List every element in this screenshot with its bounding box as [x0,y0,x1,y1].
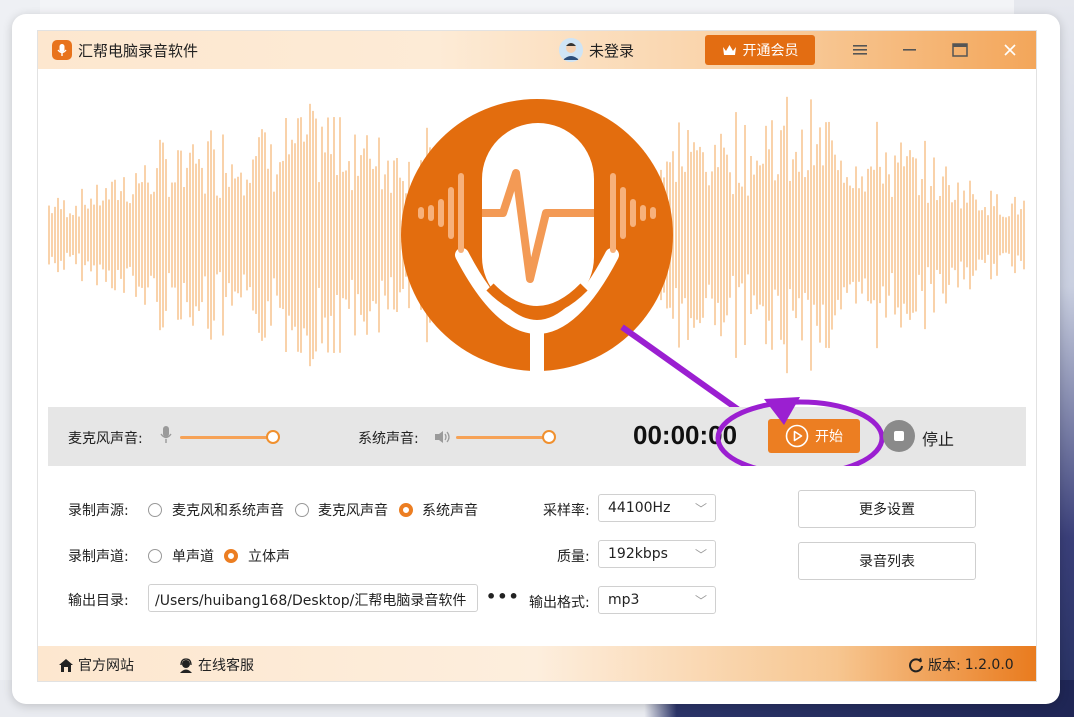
mic-volume-slider[interactable] [180,436,272,439]
quality-select[interactable]: 192kbps ﹀ [598,540,716,568]
headset-icon [180,657,192,673]
format-select[interactable]: mp3 ﹀ [598,586,716,614]
official-website-link[interactable]: 官方网站 [58,655,134,675]
channel-option-stereo[interactable]: 立体声 [248,546,290,566]
channel-radio-mono[interactable] [148,549,162,563]
source-label: 录制声源: [68,503,129,519]
user-avatar-icon[interactable] [559,38,583,62]
settings-panel: 录制声源: 麦克风和系统声音 麦克风声音 系统声音 录制声道: 单声道 立体声 … [48,466,1026,646]
app-title: 汇帮电脑录音软件 [78,42,199,60]
app-logo-icon [52,40,72,60]
source-option-mic[interactable]: 麦克风声音 [318,500,388,520]
maximize-icon[interactable] [946,37,974,63]
crown-icon [722,44,736,55]
close-icon[interactable] [996,37,1024,63]
source-radio-system[interactable] [399,503,413,517]
output-dir-field[interactable]: /Users/huibang168/Desktop/汇帮电脑录音软件 [148,584,478,612]
refresh-icon [909,657,923,673]
version-label: 版本: [928,658,961,674]
more-settings-button[interactable]: 更多设置 [798,490,976,528]
minimize-icon[interactable] [896,37,924,63]
quality-label: 质量: [557,549,590,565]
stop-button[interactable] [883,420,915,452]
official-website-label: 官方网站 [78,658,134,674]
output-dir-label: 输出目录: [68,593,129,609]
menu-icon[interactable] [846,37,874,63]
home-icon [59,658,73,672]
chevron-down-icon: ﹀ [694,594,707,608]
control-bar: 麦克风声音: 系统声音: 00:00:00 开始 停止 [48,397,1026,477]
sample-rate-label: 采样率: [543,503,590,519]
system-volume-knob[interactable] [542,430,556,444]
title-bar: 汇帮电脑录音软件 未登录 开通会员 [38,31,1036,69]
source-option-mic-system[interactable]: 麦克风和系统声音 [172,500,284,520]
channel-radio-stereo[interactable] [224,549,238,563]
speaker-icon [434,429,452,448]
quality-value: 192kbps [608,546,668,562]
mic-volume-label: 麦克风声音: [68,431,143,447]
system-volume-slider[interactable] [456,436,548,439]
chevron-down-icon: ﹀ [694,548,707,562]
source-radio-mic[interactable] [295,503,309,517]
footer-bar: 官方网站 在线客服 版本: 1.2.0.0 [38,646,1036,681]
mic-volume-knob[interactable] [266,430,280,444]
hero-banner [48,69,1026,407]
channel-option-mono[interactable]: 单声道 [172,546,214,566]
record-list-button[interactable]: 录音列表 [798,542,976,580]
browse-button[interactable]: ••• [486,587,520,606]
online-service-link[interactable]: 在线客服 [178,655,254,675]
stop-icon [894,431,904,441]
source-option-system[interactable]: 系统声音 [422,500,478,520]
version-value: 1.2.0.0 [964,657,1014,673]
login-status[interactable]: 未登录 [589,40,634,61]
online-service-label: 在线客服 [198,658,254,674]
format-label: 输出格式: [529,595,590,611]
stop-label[interactable]: 停止 [922,426,954,450]
vip-button[interactable]: 开通会员 [705,35,815,65]
app-window: 汇帮电脑录音软件 未登录 开通会员 麦克风声音: 系统声音: 00:00:00 … [37,30,1037,682]
source-radio-mic-system[interactable] [148,503,162,517]
version-info[interactable]: 版本: 1.2.0.0 [908,655,1014,675]
vip-label: 开通会员 [742,43,799,59]
system-volume-label: 系统声音: [358,431,419,447]
format-value: mp3 [608,592,640,608]
chevron-down-icon: ﹀ [694,502,707,516]
microphone-icon [160,426,172,448]
sample-rate-value: 44100Hz [608,500,671,516]
sample-rate-select[interactable]: 44100Hz ﹀ [598,494,716,522]
channel-label: 录制声道: [68,549,129,565]
microphone-logo-icon [401,99,673,401]
